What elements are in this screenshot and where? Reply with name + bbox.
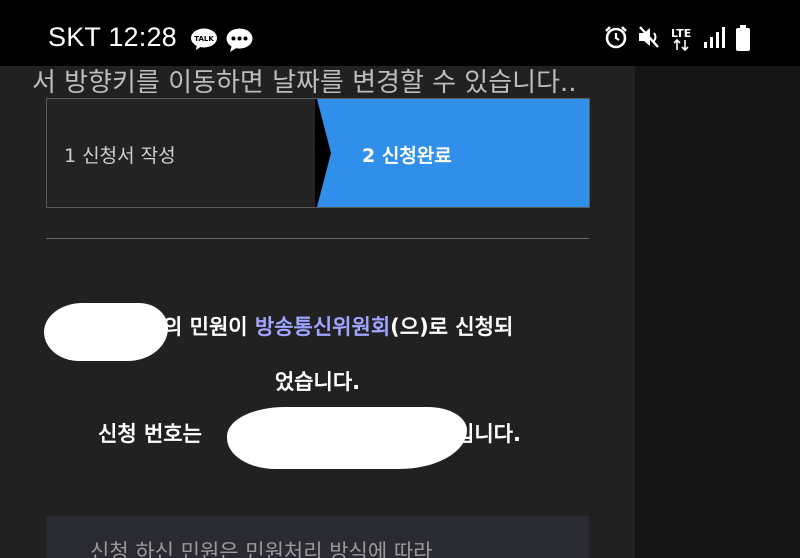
svg-text:LTE: LTE [671,27,691,40]
message-text: 의 민원이 [163,315,255,339]
info-text: 신청 하신 민원은 민원처리 방식에 따라 [90,540,433,558]
agency-link[interactable]: 방송통신위원회 [255,315,390,339]
signal-strength-icon [704,27,725,48]
main-content: 서 방향키를 이동하면 날짜를 변경할 수 있습니다.. 1 신청서 작성 2 … [0,66,635,558]
chat-message-icon [226,28,253,52]
instruction-text: 서 방향키를 이동하면 날짜를 변경할 수 있습니다.. [32,68,577,98]
redacted-application-number [227,407,467,469]
kakaotalk-icon: TALK [191,28,217,50]
message-text: (으)로 신청되 [390,315,514,339]
battery-icon [736,25,750,51]
step-label: 2 신청완료 [362,145,452,167]
lte-data-icon: LTE [671,27,691,52]
divider [46,238,589,239]
step-application-form: 1 신청서 작성 [47,99,317,207]
redacted-name [44,303,168,361]
step-arrow-icon [315,99,331,207]
application-number-label: 신청 번호는 [98,422,202,446]
step-application-complete: 2 신청완료 [317,99,589,207]
svg-text:TALK: TALK [194,35,214,43]
side-panel [635,66,800,558]
carrier-time: SKT 12:28 [48,22,177,52]
info-box: 신청 하신 민원은 민원처리 방식에 따라 [46,516,589,558]
progress-steps: 1 신청서 작성 2 신청완료 [46,98,590,208]
completion-message-line2: 었습니다. [274,370,361,394]
mute-icon [639,26,659,48]
alarm-icon [605,26,627,49]
step-label: 1 신청서 작성 [64,145,176,167]
status-bar: SKT 12:28 TALK LTE [0,0,800,66]
